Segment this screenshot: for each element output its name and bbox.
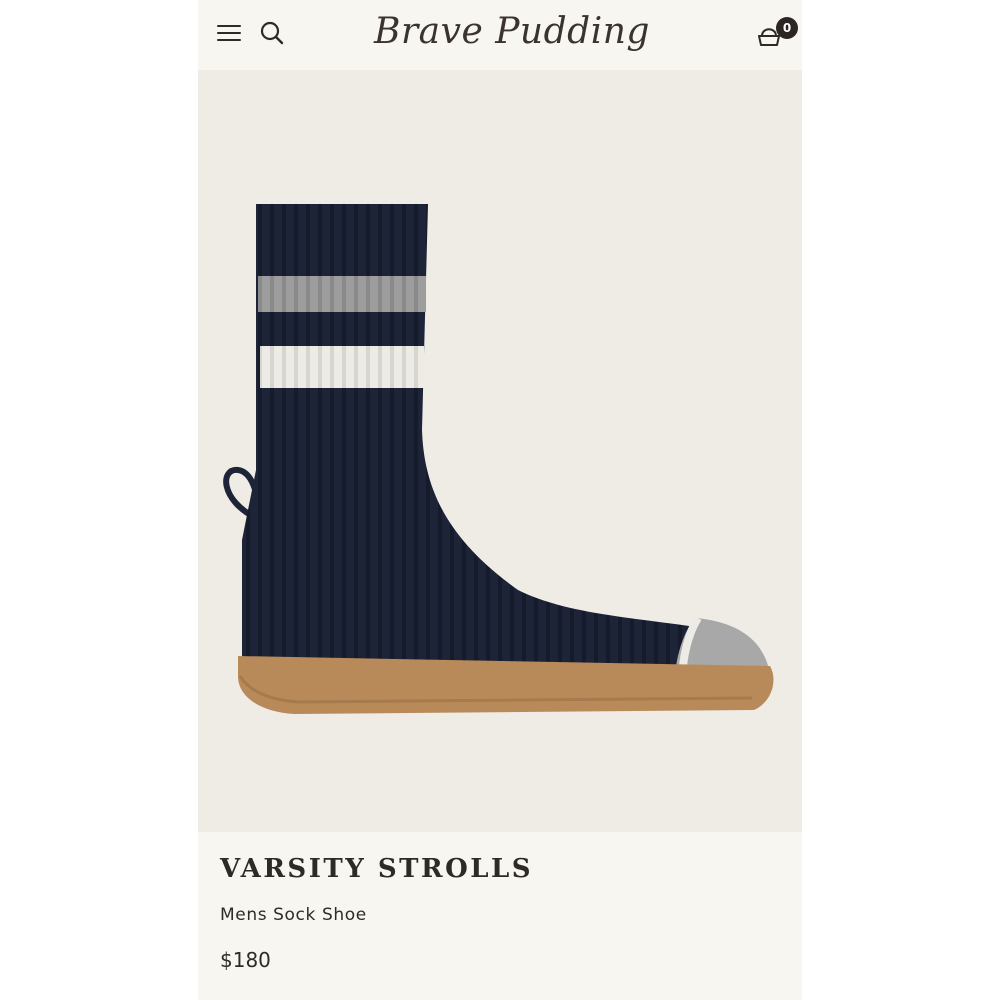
hamburger-menu-icon[interactable] (216, 20, 242, 46)
cart-button[interactable]: 0 (754, 14, 800, 50)
product-price: $180 (220, 948, 271, 972)
brand-logo[interactable]: Brave Pudding (374, 6, 649, 62)
product-title[interactable]: VARSITY STROLLS (220, 854, 533, 884)
cart-count-badge: 0 (776, 17, 798, 39)
site-header: Brave Pudding 0 (198, 0, 802, 70)
sock-shoe-illustration (223, 204, 774, 714)
product-details: VARSITY STROLLS Mens Sock Shoe $180 (198, 832, 802, 1000)
product-photo[interactable] (198, 70, 802, 832)
product-category: Mens Sock Shoe (220, 905, 367, 925)
mobile-page: Brave Pudding 0 VARSITY STROLLS Mens Soc… (198, 0, 802, 1000)
search-icon[interactable] (258, 19, 286, 47)
